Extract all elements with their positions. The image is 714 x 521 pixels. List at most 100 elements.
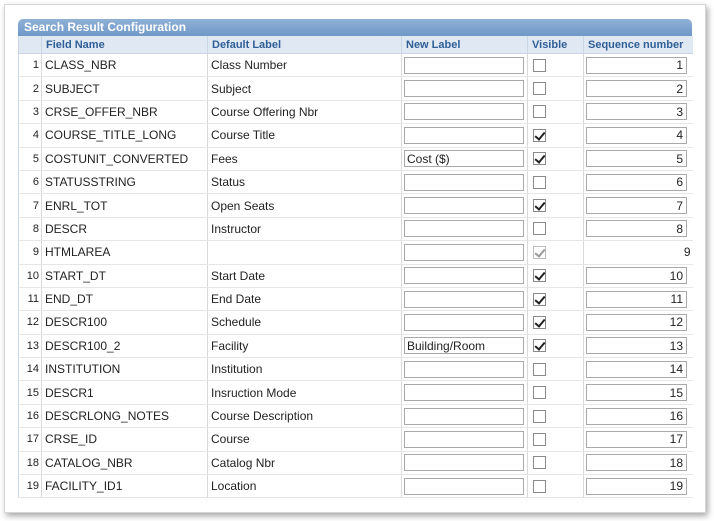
- default-label: Course: [207, 427, 402, 452]
- new-label-cell: [401, 380, 528, 405]
- sequence-input[interactable]: [586, 407, 687, 425]
- new-label-input[interactable]: [404, 313, 524, 331]
- new-label-input[interactable]: [404, 56, 524, 74]
- sequence-input[interactable]: [586, 267, 687, 285]
- sequence-input[interactable]: [586, 477, 687, 495]
- field-name: START_DT: [41, 264, 208, 288]
- new-label-cell: [401, 264, 528, 288]
- table-row: 11 END_DT End Date: [18, 287, 693, 312]
- new-label-input[interactable]: [404, 267, 524, 285]
- sequence-value: 9: [683, 245, 691, 260]
- row-number: 9: [18, 240, 42, 265]
- sequence-input[interactable]: [586, 197, 687, 215]
- row-number: 4: [18, 123, 42, 148]
- sequence-cell: [583, 147, 693, 171]
- visible-checkbox[interactable]: [533, 432, 546, 446]
- new-label-header[interactable]: New Label: [401, 36, 528, 54]
- visible-cell: [527, 123, 584, 148]
- default-label: Facility: [207, 334, 402, 359]
- visible-checkbox[interactable]: [533, 222, 546, 236]
- default-label-header[interactable]: Default Label: [207, 36, 402, 54]
- sequence-input[interactable]: [586, 103, 687, 121]
- new-label-input[interactable]: [404, 454, 524, 472]
- new-label-input[interactable]: [404, 477, 524, 495]
- default-label: Status: [207, 170, 402, 195]
- visible-checkbox[interactable]: [533, 105, 546, 119]
- sequence-number-header[interactable]: Sequence number: [583, 36, 693, 54]
- field-name: DESCR1: [41, 380, 208, 405]
- new-label-input[interactable]: [404, 197, 524, 215]
- new-label-input[interactable]: [404, 126, 524, 144]
- visible-checkbox[interactable]: [533, 386, 546, 400]
- visible-checkbox[interactable]: [533, 269, 546, 283]
- sequence-input[interactable]: [586, 220, 687, 238]
- visible-checkbox[interactable]: [533, 456, 546, 470]
- default-label: End Date: [207, 287, 402, 312]
- row-number: 18: [18, 451, 42, 476]
- default-label: Institution: [207, 357, 402, 382]
- new-label-input[interactable]: [404, 337, 524, 355]
- sequence-input[interactable]: [586, 126, 687, 144]
- new-label-input[interactable]: [404, 103, 524, 121]
- new-label-input[interactable]: [404, 407, 524, 425]
- row-number: 13: [18, 334, 42, 359]
- visible-checkbox[interactable]: [533, 479, 546, 493]
- new-label-input[interactable]: [404, 430, 524, 448]
- new-label-input[interactable]: [404, 173, 524, 191]
- new-label-input[interactable]: [404, 384, 524, 402]
- visible-checkbox[interactable]: [533, 152, 546, 166]
- field-name: DESCRLONG_NOTES: [41, 404, 208, 429]
- new-label-input[interactable]: [404, 360, 524, 378]
- new-label-input[interactable]: [404, 243, 524, 261]
- sequence-input[interactable]: [586, 337, 687, 355]
- visible-checkbox[interactable]: [533, 339, 546, 353]
- visible-cell: [527, 217, 584, 242]
- row-number: 17: [18, 427, 42, 452]
- visible-checkbox[interactable]: [533, 58, 546, 72]
- visible-checkbox[interactable]: [533, 199, 546, 213]
- sequence-input[interactable]: [586, 454, 687, 472]
- new-label-input[interactable]: [404, 150, 524, 168]
- row-number: 5: [18, 147, 42, 171]
- field-name: DESCR100_2: [41, 334, 208, 359]
- sequence-input[interactable]: [586, 56, 687, 74]
- table-row: 17 CRSE_ID Course: [18, 427, 693, 452]
- new-label-cell: [401, 427, 528, 452]
- field-name: INSTITUTION: [41, 357, 208, 382]
- visible-cell: [527, 53, 584, 78]
- sequence-input[interactable]: [586, 173, 687, 191]
- sequence-input[interactable]: [586, 150, 687, 168]
- new-label-input[interactable]: [404, 290, 524, 308]
- visible-checkbox[interactable]: [533, 82, 546, 96]
- table-row: 4 COURSE_TITLE_LONG Course Title: [18, 123, 693, 148]
- visible-checkbox[interactable]: [533, 175, 546, 189]
- sequence-input[interactable]: [586, 290, 687, 308]
- table-row: 14 INSTITUTION Institution: [18, 357, 693, 382]
- row-number: 12: [18, 310, 42, 335]
- row-number: 6: [18, 170, 42, 195]
- visible-checkbox[interactable]: [533, 315, 546, 329]
- visible-header[interactable]: Visible: [527, 36, 584, 54]
- row-number: 11: [18, 287, 42, 312]
- visible-checkbox[interactable]: [533, 292, 546, 306]
- table-row: 5 COSTUNIT_CONVERTED Fees: [18, 147, 693, 171]
- visible-checkbox[interactable]: [533, 362, 546, 376]
- sequence-input[interactable]: [586, 80, 687, 98]
- visible-cell: [527, 310, 584, 335]
- field-name: CATALOG_NBR: [41, 451, 208, 476]
- sequence-input[interactable]: [586, 360, 687, 378]
- visible-cell: [527, 474, 584, 499]
- sequence-input[interactable]: [586, 430, 687, 448]
- sequence-input[interactable]: [586, 384, 687, 402]
- sequence-input[interactable]: [586, 313, 687, 331]
- field-name-header[interactable]: Field Name: [41, 36, 208, 54]
- visible-checkbox[interactable]: [533, 128, 546, 142]
- visible-cell: [527, 264, 584, 288]
- new-label-input[interactable]: [404, 80, 524, 98]
- visible-cell: [527, 287, 584, 312]
- visible-checkbox[interactable]: [533, 409, 546, 423]
- table-row: 3 CRSE_OFFER_NBR Course Offering Nbr: [18, 100, 693, 125]
- default-label: Course Title: [207, 123, 402, 148]
- default-label: [207, 240, 402, 265]
- new-label-input[interactable]: [404, 220, 524, 238]
